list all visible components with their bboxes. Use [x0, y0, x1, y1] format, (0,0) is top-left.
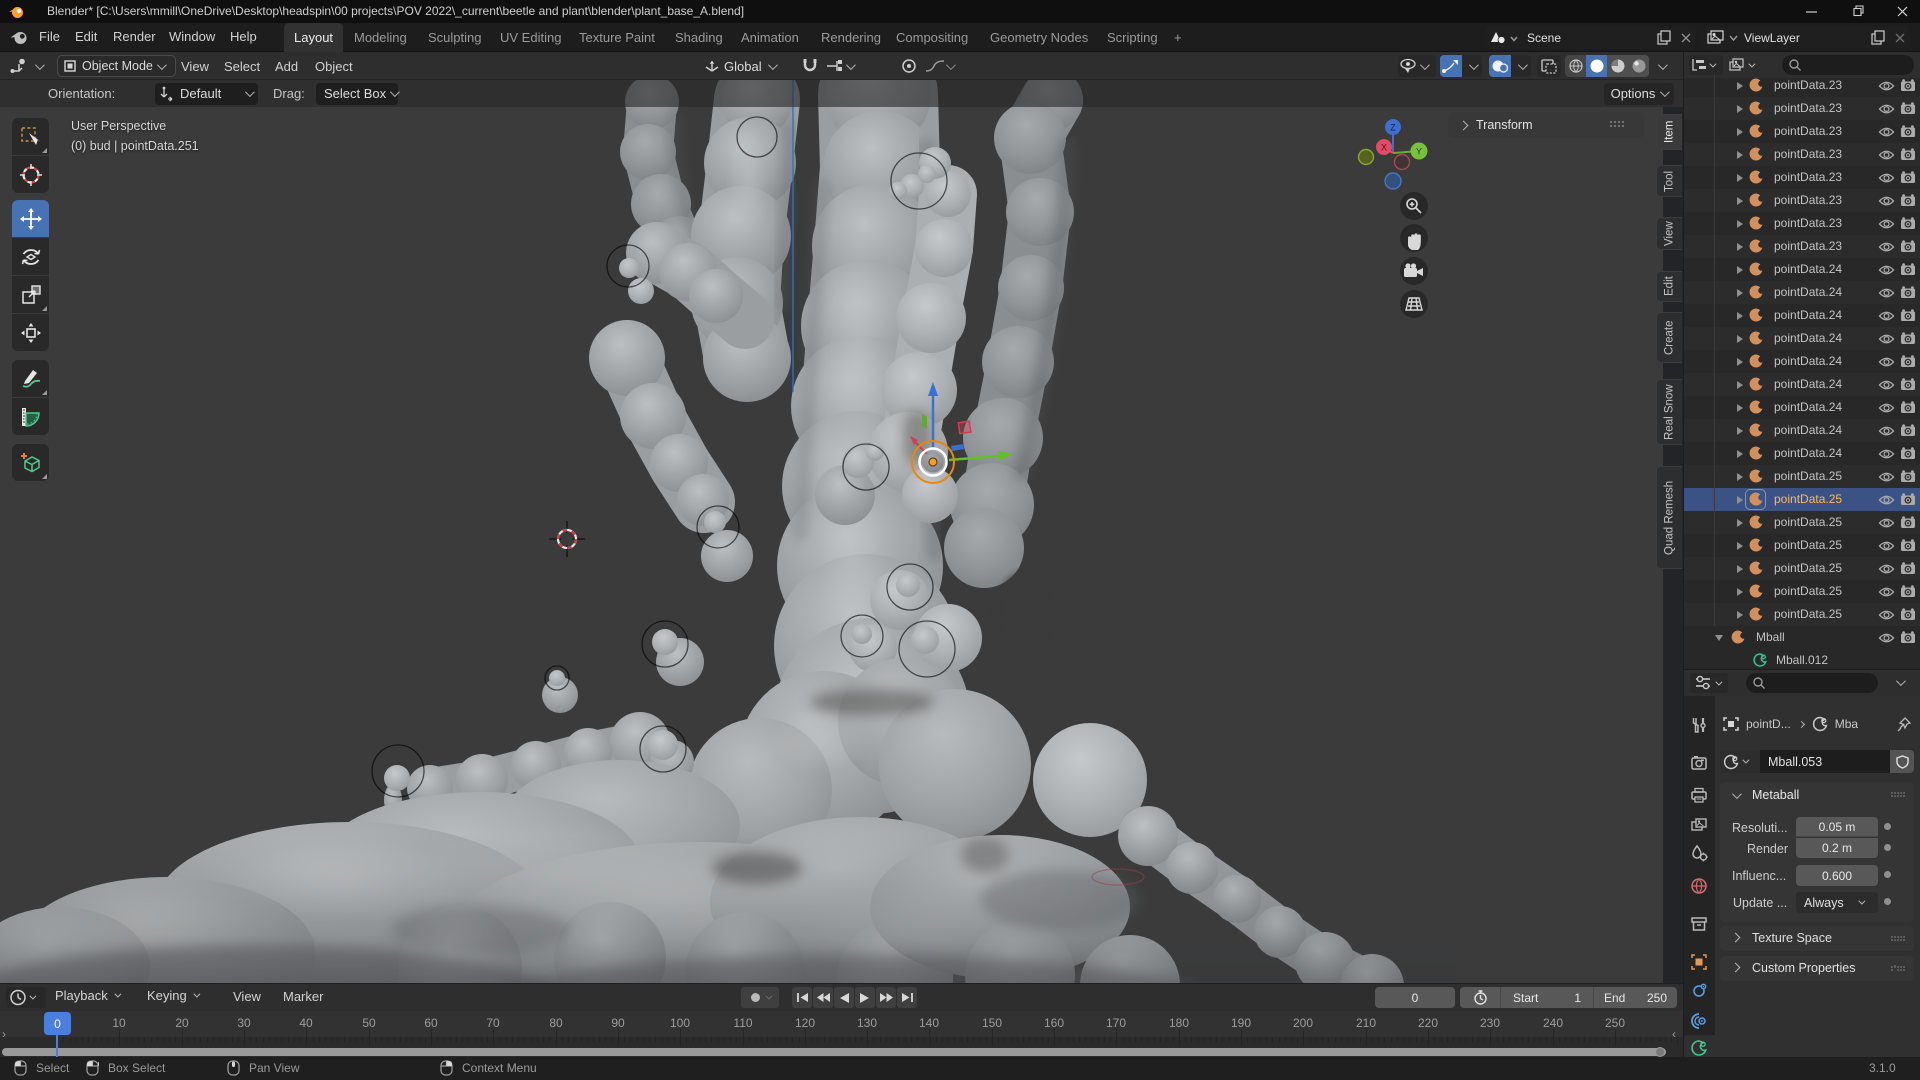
svg-text:Z: Z [1390, 123, 1396, 133]
svg-text:X: X [1381, 143, 1387, 153]
svg-text:Y: Y [1416, 147, 1422, 157]
